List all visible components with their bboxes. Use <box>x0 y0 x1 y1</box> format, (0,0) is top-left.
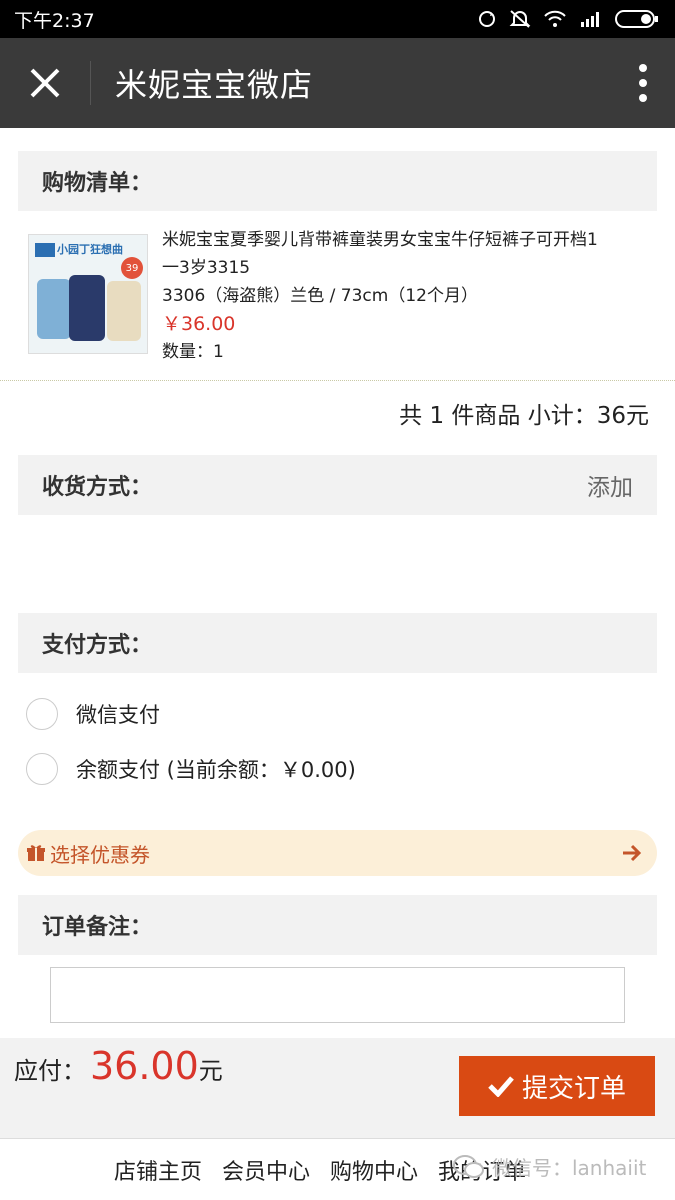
payment-header-label: 支付方式： <box>42 633 153 658</box>
watermark-text: 微信号：lanhaiit <box>492 1156 647 1180</box>
close-icon <box>30 68 60 98</box>
amount-due-unit: 元 <box>198 1057 223 1085</box>
product-image-text: 小园丁狂想曲 <box>57 243 123 256</box>
add-address-button[interactable]: 添加 <box>587 468 633 502</box>
arrow-right-icon <box>623 844 642 862</box>
close-button[interactable] <box>0 38 90 128</box>
amount-due-value: 36.00 <box>90 1044 199 1088</box>
sync-icon <box>477 9 497 29</box>
status-time: 下午2:37 <box>14 9 95 32</box>
footer-link-store-home[interactable]: 店铺主页 <box>114 1154 202 1186</box>
divider <box>0 380 675 381</box>
remark-header: 订单备注： <box>18 895 657 955</box>
product-title-line-2: 一3岁3315 <box>162 258 251 278</box>
shipping-header: 收货方式： 添加 <box>18 455 657 515</box>
amount-due: 应付： 36.00 元 <box>14 1044 223 1088</box>
product-figure-3 <box>107 281 141 341</box>
cart-item[interactable]: 小园丁狂想曲 39 米妮宝宝夏季婴儿背带裤童装男女宝宝牛仔短裤子可开档1 一3岁… <box>18 212 657 380</box>
cart-header: 购物清单： <box>18 151 657 211</box>
submit-order-button[interactable]: 提交订单 <box>459 1056 655 1116</box>
radio-button[interactable] <box>26 698 58 730</box>
remark-input[interactable] <box>50 967 625 1023</box>
wifi-icon <box>543 10 567 28</box>
brand-logo <box>35 243 55 257</box>
product-figure-1 <box>37 279 71 339</box>
product-title-line-1: 米妮宝宝夏季婴儿背带裤童装男女宝宝牛仔短裤子可开档1 <box>162 230 598 250</box>
price-badge: 39 <box>121 257 143 279</box>
check-icon <box>488 1076 514 1097</box>
app-bar-divider <box>90 61 91 105</box>
footer-link-member-center[interactable]: 会员中心 <box>222 1154 310 1186</box>
status-bar: 下午2:37 <box>0 0 675 38</box>
more-vertical-icon <box>639 64 647 102</box>
coupon-selector[interactable]: 选择优惠券 <box>18 830 657 876</box>
footer-link-shopping-center[interactable]: 购物中心 <box>330 1154 418 1186</box>
coupon-label: 选择优惠券 <box>50 842 150 867</box>
payment-option-label: 余额支付 (当前余额：￥0.00) <box>76 758 356 782</box>
submit-order-label: 提交订单 <box>521 1073 626 1104</box>
shipping-header-label: 收货方式： <box>42 475 153 500</box>
mute-icon <box>509 9 531 29</box>
remark-header-label: 订单备注： <box>42 915 153 940</box>
gift-icon <box>27 845 45 861</box>
more-button[interactable] <box>611 38 675 128</box>
product-spec: 3306（海盗熊）兰色 / 73cm（12个月） <box>162 286 478 306</box>
wechat-icon <box>453 1154 484 1178</box>
product-price: ￥36.00 <box>162 313 236 335</box>
product-figure-2 <box>69 275 105 341</box>
cart-header-label: 购物清单： <box>42 171 153 196</box>
amount-due-label: 应付： <box>14 1057 86 1085</box>
product-info: 米妮宝宝夏季婴儿背带裤童装男女宝宝牛仔短裤子可开档1 一3岁3315 3306（… <box>162 212 657 380</box>
status-icons <box>477 9 659 29</box>
payment-option-label: 微信支付 <box>76 703 160 727</box>
payment-option-wechat[interactable]: 微信支付 <box>26 698 160 730</box>
payment-option-balance[interactable]: 余额支付 (当前余额：￥0.00) <box>26 753 356 785</box>
radio-button[interactable] <box>26 753 58 785</box>
battery-icon <box>615 9 659 29</box>
signal-icon <box>579 10 603 28</box>
page-title: 米妮宝宝微店 <box>115 66 314 104</box>
subtotal: 共 1 件商品 小计：36元 <box>399 403 649 429</box>
payment-header: 支付方式： <box>18 613 657 673</box>
watermark: 微信号：lanhaiit <box>452 1152 646 1181</box>
app-bar: 米妮宝宝微店 <box>0 38 675 128</box>
product-image[interactable]: 小园丁狂想曲 39 <box>28 234 148 354</box>
product-quantity: 数量：1 <box>162 342 224 362</box>
